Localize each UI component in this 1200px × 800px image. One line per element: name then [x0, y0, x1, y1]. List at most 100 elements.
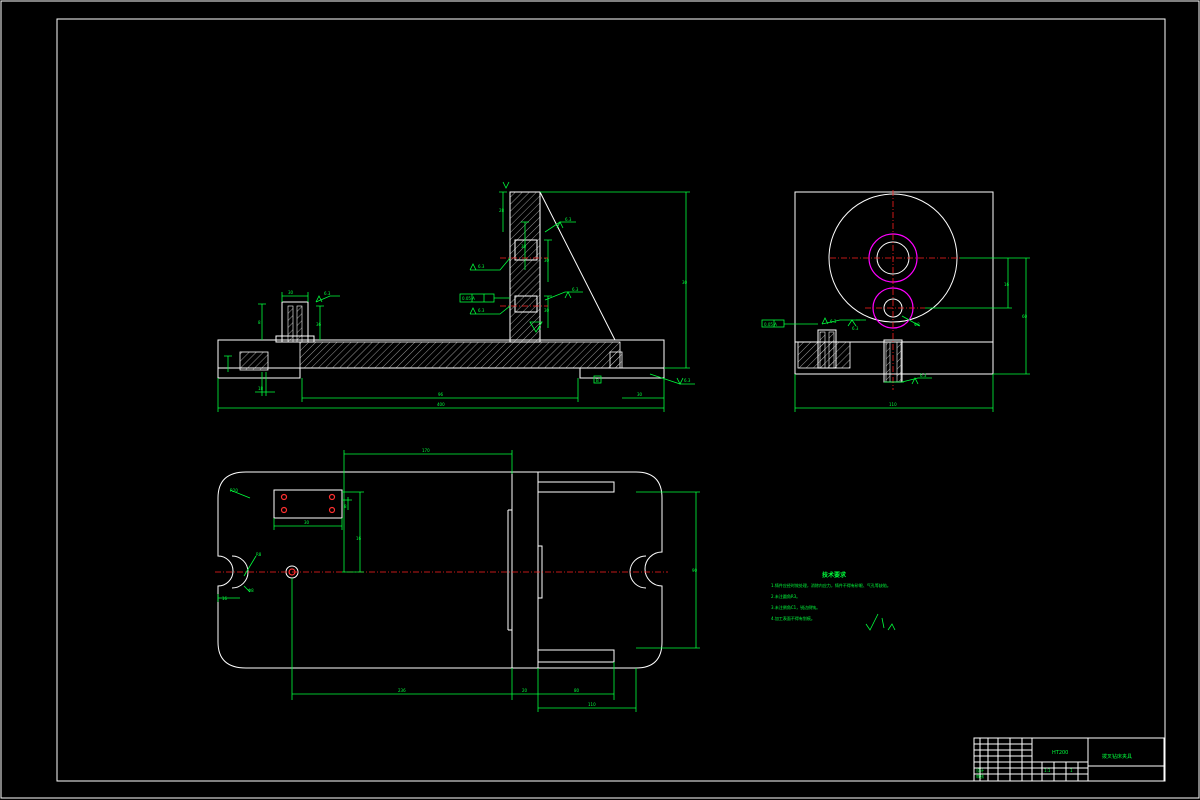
side-pin-wall-l — [885, 341, 891, 383]
top-dim-bottom-1-text: 236 — [398, 688, 406, 693]
roughness-leader-5 — [470, 305, 511, 315]
datum-label: B — [596, 378, 599, 383]
tech-note-1: 1.铸件应经时效处理，消除内应力，铸件不得有砂眼、气孔等缺陷。 — [771, 582, 891, 588]
drawing-sheet: B 400 96 30 18 30 8 36 6.3 30 28 30 30 3… — [0, 0, 1200, 799]
top-plate-outline — [217, 471, 663, 669]
top-dim-right-h-text: 90 — [692, 568, 698, 573]
dim-boss-top — [281, 292, 309, 302]
roughness-text-6: 6.3 — [684, 378, 691, 383]
front-view: B 400 96 30 18 30 8 36 6.3 30 28 30 30 3… — [217, 181, 695, 412]
drawing-frame — [56, 18, 1166, 782]
side-tolerance-text: 0.05 A — [764, 322, 777, 327]
roughness-symbol-general — [865, 613, 896, 631]
top-notch-leader — [243, 555, 257, 577]
side-tolerance-frame-dividers — [773, 320, 818, 327]
locator-hole-1 — [280, 493, 288, 501]
dim-left-small-text: 18 — [258, 386, 264, 391]
title-block-grid — [974, 738, 1164, 781]
title-scale: 1:1 — [1044, 768, 1051, 773]
base-feet — [217, 368, 665, 379]
support-rib — [539, 191, 616, 341]
dim-vert-b-text: 30 — [544, 258, 550, 263]
top-dim-bottom-1 — [291, 578, 513, 700]
outer-border — [0, 0, 1200, 799]
side-dim-h1-text: 16 — [1004, 282, 1010, 287]
roughness-leader-3 — [470, 257, 511, 271]
roughness-text-2: 6.3 — [565, 217, 572, 222]
title-part-name: 拨叉钻床夹具 — [1102, 753, 1132, 760]
base-section-hatch — [299, 341, 621, 369]
dim-boss-right-text: 36 — [316, 322, 322, 327]
dim-right-seg-text: 30 — [637, 392, 643, 397]
top-notch-text: R8 — [256, 552, 262, 557]
dim-total-length-text: 400 — [437, 402, 445, 407]
roughness-symbol-4 — [564, 291, 572, 299]
roughness-text-1: 6.3 — [324, 291, 331, 296]
side-dim-h2 — [960, 257, 1030, 375]
top-dim-bottom-2-text: 20 — [522, 688, 528, 693]
top-dim-bottom-3-text: 80 — [574, 688, 580, 693]
tech-note-4: 4.加工表面不得有划痕。 — [771, 615, 815, 621]
roughness-text-4: 6.3 — [572, 287, 579, 292]
tech-note-2: 2.未注圆角R3。 — [771, 593, 800, 599]
side-view: 110 60 16 Φ8 0.05 A 6.3 6.3 6.3 — [761, 190, 1030, 412]
top-dim-len-text: 170 — [422, 448, 430, 453]
roughness-symbol-3 — [469, 263, 477, 271]
side-roughness-text-2: 6.3 — [852, 326, 859, 331]
top-dim-bottom-4-text: 110 — [588, 702, 596, 707]
top-dim-len — [343, 450, 513, 572]
top-corner-text: R20 — [230, 488, 238, 493]
top-dim-left-small-text: 16 — [222, 596, 228, 601]
top-hole-text: Φ8 — [248, 588, 254, 593]
side-dia-text: Φ8 — [914, 322, 920, 327]
dim-vert-a-text: 30 — [521, 244, 527, 249]
dim-bottom-span — [301, 378, 579, 402]
dim-top-height-text: 28 — [499, 208, 505, 213]
title-material: HT200 — [1052, 750, 1068, 756]
roughness-symbol-5 — [469, 307, 477, 315]
locator-hole-3 — [328, 493, 336, 501]
side-dim-h2-text: 60 — [1022, 314, 1028, 319]
tech-note-3: 3.未注倒角C1，锐边倒钝。 — [771, 604, 820, 610]
side-upright-outline — [794, 191, 994, 343]
top-dim-bottom-4 — [538, 668, 637, 712]
top-view: 170 16 8 30 R20 R8 Φ8 16 90 236 20 80 11… — [215, 448, 700, 712]
title-block: HT200 拨叉钻床夹具 1:1 1 设计 审核 — [973, 737, 1165, 782]
title-checker: 审核 — [976, 773, 984, 779]
side-bushing-wall-l — [819, 331, 826, 369]
left-block-hatch — [239, 351, 269, 371]
technical-requirements: 技术要求 1.铸件应经时效处理，消除内应力，铸件不得有砂眼、气孔等缺陷。 2.未… — [771, 571, 896, 631]
title-sheet: 1 — [1070, 768, 1073, 773]
side-bushing-wall-r — [828, 331, 835, 369]
bushing-wall-right — [296, 305, 303, 343]
locator-hole-4 — [328, 506, 336, 514]
side-roughness-text-1: 6.3 — [830, 319, 837, 324]
side-dim-width-text: 110 — [889, 402, 897, 407]
roughness-text-3: 6.3 — [478, 264, 485, 269]
dim-left-small — [255, 372, 275, 396]
dim-vert-c-text: 30 — [544, 308, 550, 313]
side-dim-h1 — [925, 258, 1012, 309]
top-dim-right-h — [636, 491, 700, 649]
top-upright-footprint — [511, 471, 539, 669]
top-upright-edge — [507, 509, 512, 631]
top-dim-vert-1-text: 16 — [356, 536, 362, 541]
roughness-text-5: 6.3 — [478, 308, 485, 313]
dim-overall-height-text: 30 — [682, 280, 688, 285]
bushing-wall-left — [287, 305, 294, 343]
dim-boss-top-text: 30 — [288, 290, 294, 295]
right-pin-hatch — [609, 351, 623, 369]
roughness-symbol-top — [502, 181, 510, 189]
tech-notes-heading: 技术要求 — [822, 571, 847, 579]
dim-boss-height-text: 8 — [258, 320, 261, 325]
side-roughness-text-3: 6.3 — [920, 373, 927, 378]
dim-left-height — [224, 355, 232, 372]
dim-bottom-span-text: 96 — [438, 392, 444, 397]
top-dim-vert-2-text: 8 — [344, 504, 347, 509]
tolerance-frame-text: 0.05 A — [462, 296, 475, 301]
top-dim-block-width-text: 30 — [304, 520, 310, 525]
side-pin-wall-r — [896, 341, 902, 383]
tolerance-frame-dividers — [471, 294, 510, 302]
datum-triangle-label: A — [538, 326, 541, 331]
locator-hole-2 — [280, 506, 288, 514]
